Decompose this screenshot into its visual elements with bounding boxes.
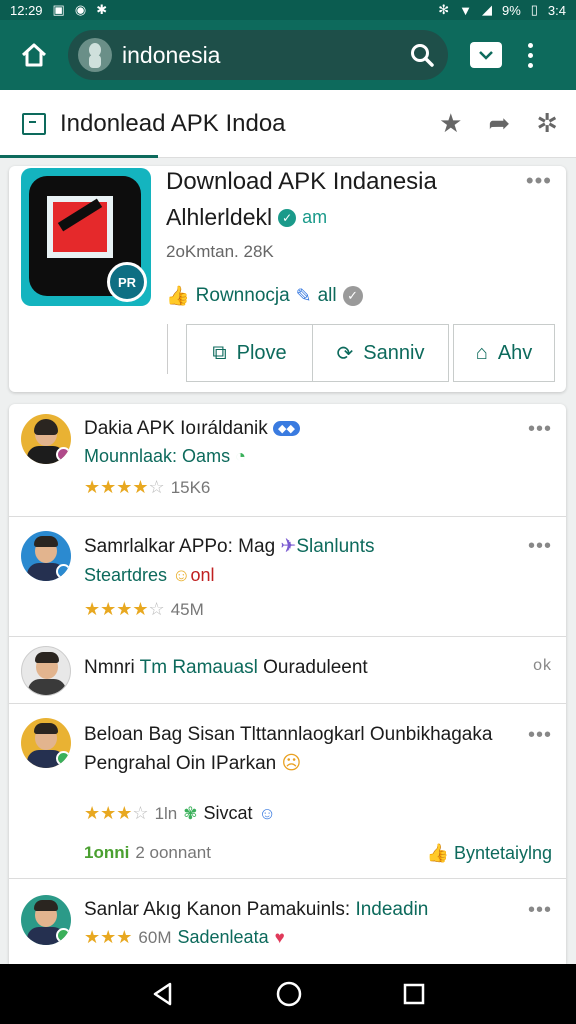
active-tab-indicator <box>0 155 158 158</box>
browser-toolbar: indonesia <box>0 20 576 90</box>
app-meta: 2oKmtan. 28K <box>166 242 274 261</box>
app-icon[interactable]: PR <box>21 168 151 306</box>
share-icon[interactable]: ➦ <box>488 108 510 139</box>
verified-icon: ✓ <box>278 208 297 227</box>
signal-icon: ◢ <box>481 2 492 17</box>
home-icon <box>21 43 47 67</box>
emoji-icon: ☺ <box>258 803 276 823</box>
site-icon <box>78 38 112 72</box>
address-bar[interactable]: indonesia <box>68 30 448 80</box>
install-icon: ⧉ <box>212 341 227 364</box>
star-rating: ★★★★☆ <box>84 477 165 497</box>
tabs-button[interactable] <box>470 42 502 68</box>
item-title: Dakia APK Ioıráldanik ◆◆ <box>84 418 300 440</box>
item-link[interactable]: 👍 Byntetaiylng <box>427 843 553 864</box>
wifi-icon: ▼ <box>459 2 472 18</box>
star-icon[interactable]: ★ <box>439 108 462 139</box>
heart-icon: ♥ <box>274 927 285 947</box>
item-title: Nmnri Tm Ramauasl Ouraduleent <box>84 657 368 678</box>
list-item[interactable]: Nmnri Tm Ramauasl Ouraduleent ok <box>9 637 566 704</box>
home-icon: ⌂ <box>475 341 488 364</box>
ok-button[interactable]: ok <box>533 657 552 675</box>
avatar <box>21 531 71 581</box>
status-clock-right: 3:4 <box>547 2 566 18</box>
share-icon: ⟳ <box>336 342 354 365</box>
status-time: 12:29 <box>10 2 43 18</box>
back-icon[interactable] <box>150 981 176 1007</box>
menu-dot <box>527 62 533 68</box>
home-circle-icon[interactable] <box>275 980 303 1008</box>
button-divider <box>167 324 177 374</box>
item-rating: ★★★★☆ 15K6 <box>84 477 211 497</box>
chevron-down-icon <box>479 51 493 60</box>
leaf-icon: ✾ <box>183 803 198 823</box>
more-options-icon[interactable]: ••• <box>528 535 552 558</box>
url-text: indonesia <box>122 41 221 68</box>
star-rating: ★★★☆ <box>84 803 149 823</box>
star-rating: ★★★ <box>84 927 133 947</box>
battery-icon: ▯ <box>530 2 538 17</box>
avatar <box>21 414 71 464</box>
page-icon <box>22 112 46 135</box>
list-item[interactable]: Beloan Bag Sisan Tlttannlaogkarl Ounbikh… <box>9 704 566 879</box>
page-title: Indonlead APK Indoa <box>60 109 286 137</box>
notification-icon: ▣ <box>52 2 65 17</box>
app-badge: PR <box>107 262 147 302</box>
list-item[interactable]: Sanlar Akıg Kanon Pamakuinls: Indeadin ★… <box>9 879 566 964</box>
search-button[interactable] <box>406 39 438 71</box>
item-title: Beloan Bag Sisan Tlttannlaogkarl Ounbikh… <box>84 724 493 745</box>
check-circle-icon: ✓ <box>342 286 363 306</box>
thumb-icon: 👍 <box>426 843 449 863</box>
more-options-icon[interactable]: ••• <box>526 168 552 194</box>
more-options-icon[interactable]: ••• <box>528 724 552 747</box>
avatar <box>21 895 71 945</box>
item-followers: 1onni 2 oonnant <box>84 843 211 862</box>
avatar <box>21 718 71 768</box>
system-nav-bar <box>0 964 576 1024</box>
app-recommend[interactable]: 👍 Rownnocja ✎ all ✓ <box>166 284 363 308</box>
menu-dot <box>527 42 533 48</box>
more-options-icon[interactable]: ••• <box>528 899 552 922</box>
star-rating: ★★★★☆ <box>84 599 165 619</box>
thumb-icon: 👍 <box>166 286 190 307</box>
sync-icon: ◉ <box>74 2 87 17</box>
menu-dot <box>527 52 533 58</box>
item-rating: ★★★ 60M Sadenleata ♥ <box>84 927 285 947</box>
item-rating: ★★★☆ 1ln ✾ Sivcat ☺ <box>84 803 276 823</box>
app-developer[interactable]: Alhlerldekl ✓ am <box>166 204 327 231</box>
list-item[interactable]: Dakia APK Ioıráldanik ◆◆ Mounnlaak: Oams… <box>9 404 566 517</box>
app-card: PR Download APK Indanesia ••• Alhlerldek… <box>9 166 566 392</box>
share-button[interactable]: ⟳ Sanniv <box>313 324 449 382</box>
more-options-icon[interactable]: ••• <box>528 418 552 441</box>
item-title: Samrlalkar APPo: Mag ✈Slanlunts <box>84 536 375 557</box>
badge-icon: ◆◆ <box>273 421 300 437</box>
bluetooth-icon: ✻ <box>438 2 450 17</box>
feed-list: Dakia APK Ioıráldanik ◆◆ Mounnlaak: Oams… <box>9 404 566 964</box>
avatar <box>21 646 71 696</box>
item-title: Sanlar Akıg Kanon Pamakuinls: Indeadin <box>84 899 429 920</box>
app-title: Download APK Indanesia <box>166 168 437 195</box>
status-bar: 12:29 ▣ ◉ ✱ ✻ ▼ ◢ 9% ▯ 3:4 <box>0 0 576 20</box>
overflow-menu-button[interactable] <box>520 35 540 75</box>
home-action-button[interactable]: ⌂ Ahv <box>453 324 555 382</box>
install-button[interactable]: ⧉ Plove <box>186 324 313 382</box>
list-item[interactable]: Samrlalkar APPo: Mag ✈Slanlunts Steartdr… <box>9 517 566 637</box>
battery-level: 9% <box>501 2 521 18</box>
usb-icon: ✱ <box>96 2 108 17</box>
item-rating: ★★★★☆ 45M <box>84 599 204 619</box>
page-header: Indonlead APK Indoa ★ ➦ ✲ <box>0 90 576 158</box>
item-subtitle: Steartdres ☺onl <box>84 565 215 585</box>
settings-icon[interactable]: ✲ <box>536 108 558 139</box>
home-button[interactable] <box>14 35 54 75</box>
search-icon <box>411 44 434 67</box>
item-subtitle: Pengrahal Oin IParkan ☹ <box>84 753 302 774</box>
item-subtitle: Mounnlaak: Oams ◔ <box>84 446 246 466</box>
pin-icon: ✎ <box>295 285 312 307</box>
recents-icon[interactable] <box>402 982 426 1006</box>
